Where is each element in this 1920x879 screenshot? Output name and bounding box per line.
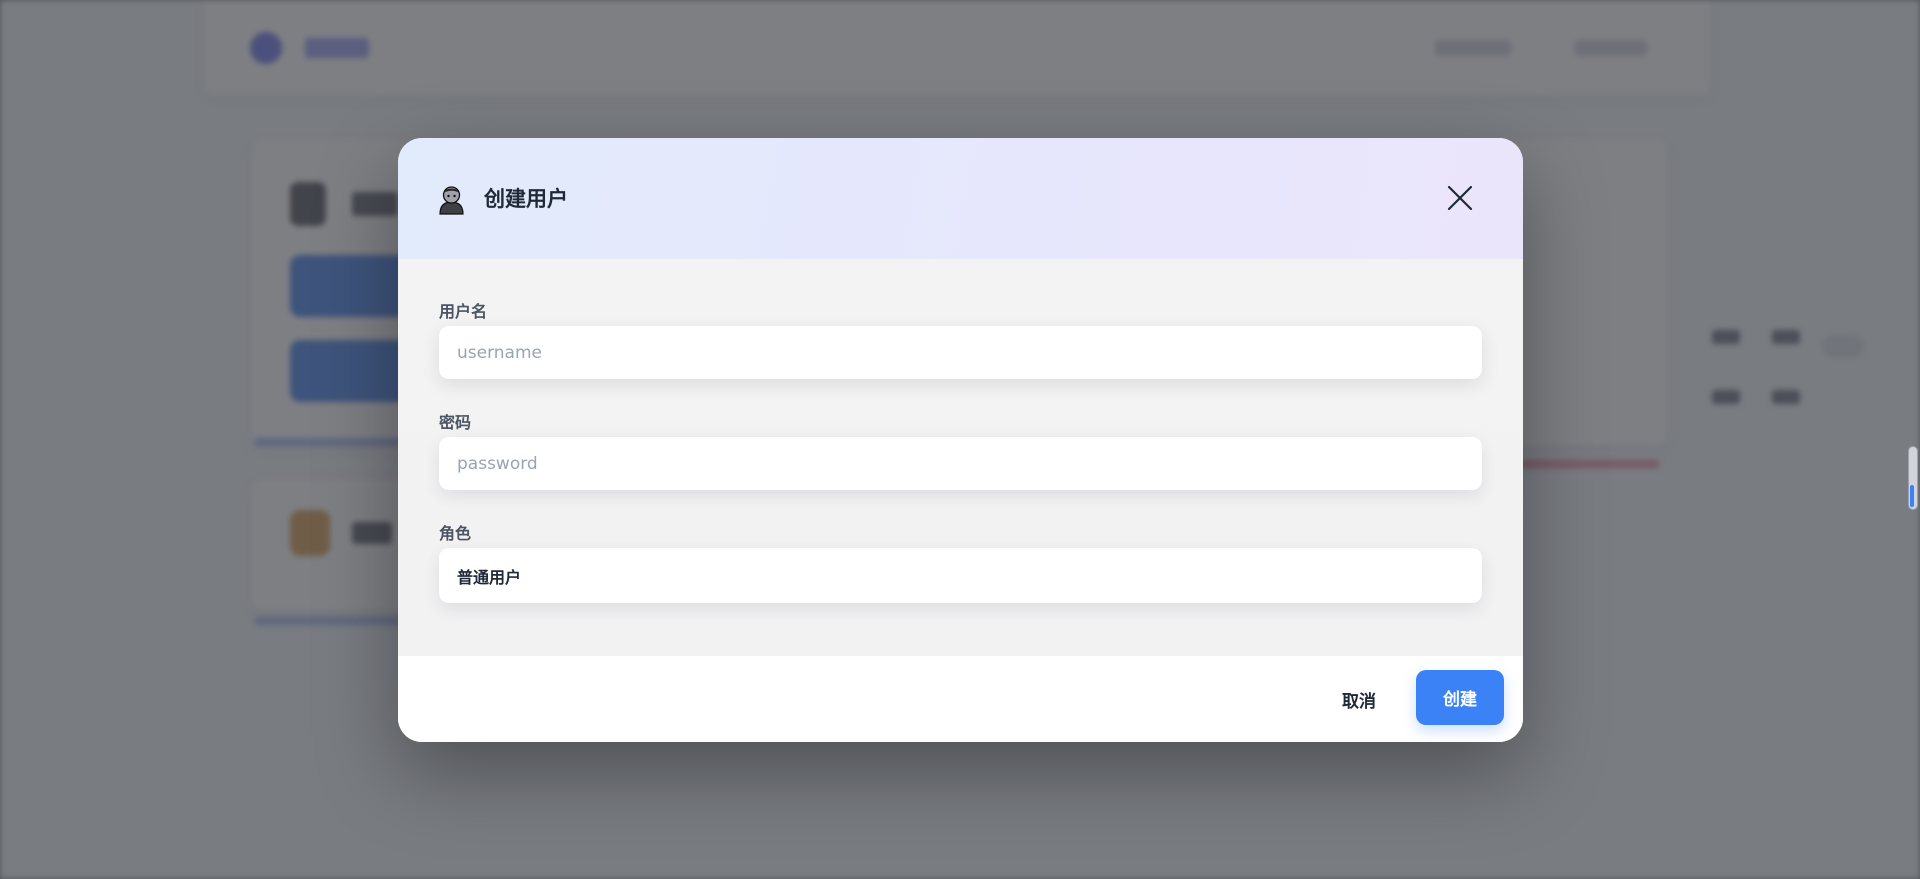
dialog-footer: 取消 创建 <box>398 656 1523 742</box>
create-button[interactable]: 创建 <box>1416 670 1504 725</box>
password-input[interactable] <box>439 437 1482 490</box>
close-icon[interactable] <box>1447 185 1473 215</box>
role-select-value: 普通用户 <box>457 567 522 587</box>
user-icon <box>438 185 465 215</box>
dialog-title: 创建用户 <box>484 187 568 211</box>
password-label: 密码 <box>439 413 472 432</box>
username-label: 用户名 <box>439 302 488 321</box>
dialog-header: 创建用户 <box>398 138 1523 259</box>
username-input[interactable] <box>439 326 1482 379</box>
role-select[interactable]: 普通用户 <box>439 548 1482 603</box>
close-button[interactable] <box>1440 180 1480 220</box>
role-label: 角色 <box>439 524 472 543</box>
create-user-dialog: 创建用户 用户名 密码 角色 普通用户 取消 创建 <box>398 138 1523 742</box>
cancel-button[interactable]: 取消 <box>1314 672 1404 726</box>
page-scrollbar[interactable] <box>1908 446 1918 510</box>
scrollbar-thumb[interactable] <box>1910 485 1914 507</box>
